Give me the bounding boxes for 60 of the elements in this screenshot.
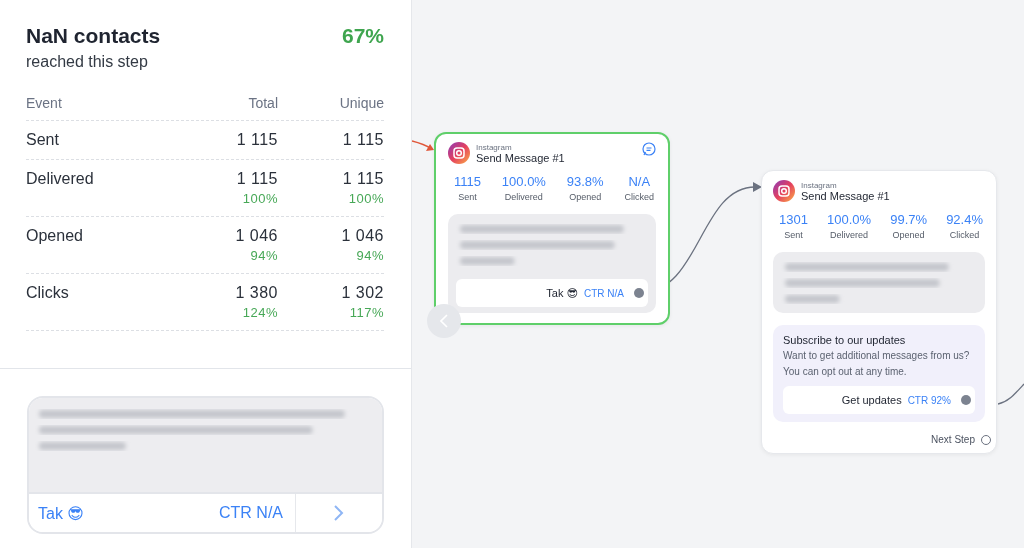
stat-value: 92.4% [946,212,983,227]
event-cell-text: Delivered [26,170,95,189]
message-node[interactable]: Instagram Send Message #1 1115 Sent 100.0% Delivered 93.8% Opened N/A Clicked Tak 😎 CTR N/A [434,132,670,325]
column-header: Total [247,95,278,111]
unique-cell: 1 115 [342,170,384,188]
stat-label: Sent [784,230,803,240]
node-title: Send Message #1 [801,189,890,202]
card-text: Want to get additional messages from us? You can opt out at any time. [783,349,971,379]
unique-cell: 1 302 [341,284,384,302]
contacts-title: NaN contacts [26,24,161,48]
stat-label: Opened [569,192,602,202]
channel-label: Instagram [476,142,513,152]
column-header: Event [26,95,63,111]
stat-value: 100.0% [501,174,546,189]
instagram-icon [448,142,470,164]
message-node[interactable] [761,170,997,454]
stat-label: Clicked [624,192,654,202]
stat-value: 1301 [779,212,808,227]
connector-line [998,383,1024,405]
chevron-left-icon [440,314,448,328]
stat-value: 100.0% [827,212,872,227]
unique-percent: 117% [349,305,384,320]
event-cell-text: Sent [26,131,60,149]
total-cell: 1 115 [236,131,278,149]
total-cell: 1 115 [236,170,278,188]
output-port-icon[interactable] [981,434,991,445]
stat-value: N/A [628,174,651,189]
unique-cell: 1 115 [342,131,384,149]
reply-button[interactable]: Tak 😎 CTR N/A [456,279,648,307]
stat-label: Delivered [830,230,869,240]
unique-cell: 1 046 [341,227,384,245]
total-percent: 100% [242,191,278,206]
total-cell: 1 046 [235,227,278,245]
stat-value: 93.8% [566,174,604,189]
reply-button[interactable]: Tak 😎 CTR N/A [29,494,296,532]
contacts-subtitle: reached this step [26,53,149,71]
total-percent: 94% [250,248,278,263]
event-cell-text: Clicks [26,284,70,303]
stat-label: Delivered [504,192,543,202]
card-title: Subscribe to our updates [783,334,907,346]
chat-icon[interactable] [642,142,656,156]
stat-value: 1115 [454,174,481,189]
unique-percent: 100% [348,191,384,206]
stat-label: Sent [458,192,477,202]
next-step-label: Next Step [931,434,975,445]
channel-label: Instagram [801,180,838,190]
stat-label: Clicked [949,230,980,240]
unique-percent: 94% [356,248,384,263]
chevron-right-icon [333,504,345,522]
column-header: Unique [338,95,384,111]
total-percent: 124% [242,305,278,320]
node-title: Send Message #1 [476,151,565,164]
connector-arrow [412,138,436,154]
reply-button[interactable]: Get updates CTR 92% [783,386,975,414]
instagram-icon [773,180,795,202]
total-cell: 1 380 [235,284,278,302]
stat-value: 99.7% [890,212,928,227]
event-cell-text: Opened [26,227,84,246]
reach-percent: 67% [341,24,384,48]
stat-label: Opened [892,230,925,240]
